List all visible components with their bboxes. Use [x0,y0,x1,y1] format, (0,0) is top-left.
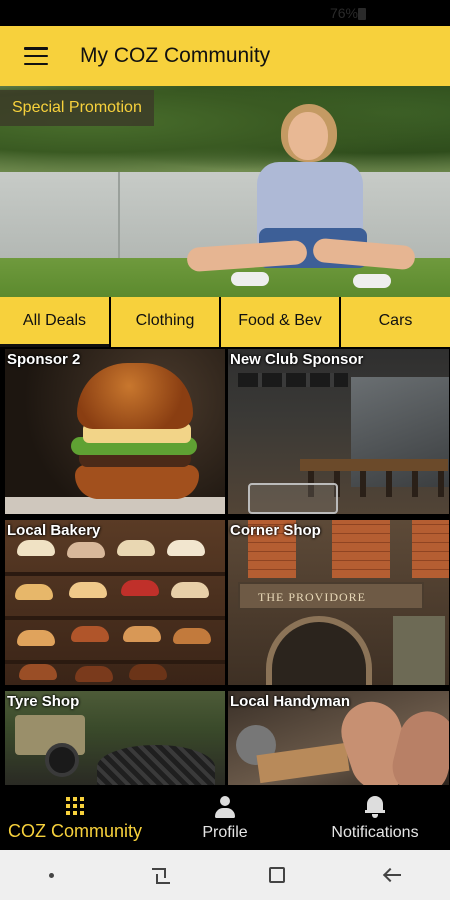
nav-notifications[interactable]: Notifications [300,785,450,850]
wall-seam [118,172,120,258]
deal-card-local-bakery[interactable]: Local Bakery [5,520,225,685]
cake [19,664,57,680]
cake [17,540,55,556]
cake [117,540,155,556]
shelf [5,616,225,620]
burger-image [75,465,199,499]
nav-label: Notifications [331,824,419,841]
recents-icon[interactable] [152,868,171,884]
cafe-chair [248,483,338,514]
burger-bun [77,363,193,429]
app-bar: My COZ Community [0,26,450,86]
shop-sign-text: THE PROVIDORE [258,590,366,604]
nav-profile[interactable]: Profile [150,785,300,850]
tab-clothing[interactable]: Clothing [111,297,219,347]
tab-food-bev[interactable]: Food & Bev [221,297,339,347]
battery-level: 76% [329,5,358,21]
back-icon[interactable] [383,868,401,882]
home-icon[interactable] [268,867,285,883]
cake [171,582,209,598]
brick-wall [412,520,449,578]
category-tabs: All Deals Clothing Food & Bev Cars [0,297,450,347]
special-promotion-label: Special Promotion [12,99,142,116]
deal-card-sponsor-2[interactable]: Sponsor 2 [5,349,225,514]
deal-title: Corner Shop [230,522,321,539]
truck-wheel [45,743,79,777]
cake [167,540,205,556]
bottom-navigation: COZ Community Profile Notifications [0,785,450,850]
special-promotion-badge[interactable]: Special Promotion [0,90,154,126]
grid-icon [66,797,84,815]
dot-icon [49,872,55,878]
deal-title: Tyre Shop [7,693,80,710]
cake [67,542,105,558]
promotion-banner[interactable]: Special Promotion [0,86,450,297]
person-icon [214,796,236,818]
deal-title: Local Handyman [230,693,351,710]
nav-label: COZ Community [7,821,142,841]
cafe-lights [238,373,348,387]
deal-card-new-club-sponsor[interactable]: New Club Sponsor [228,349,449,514]
cafe-bar-counter [300,459,448,471]
cake [69,582,107,598]
bell-icon [364,794,386,818]
tab-all-deals[interactable]: All Deals [0,297,109,347]
deals-grid: Sponsor 2 New Club Sponsor Local Bakery [0,349,450,785]
deal-title: New Club Sponsor [230,351,364,368]
battery-icon [358,8,366,20]
nav-coz-community[interactable]: COZ Community [0,785,150,850]
shop-doorway-arch [266,616,372,685]
nav-label: Profile [202,824,248,841]
tab-cars[interactable]: Cars [341,297,450,347]
cake [15,584,53,600]
burger-board [5,497,225,514]
brick-wall [332,520,390,578]
cake [71,626,109,642]
deal-card-tyre-shop[interactable]: Tyre Shop [5,691,225,785]
cake [123,626,161,642]
deal-card-corner-shop[interactable]: THE PROVIDORE Corner Shop [228,520,449,685]
status-bar: 76% [0,0,450,26]
tyre-image [97,745,215,785]
cake [173,628,211,644]
cake [121,580,159,596]
cake [129,664,167,680]
shelf [5,572,225,576]
cake [17,630,55,646]
deal-title: Sponsor 2 [7,351,81,368]
app-title: My COZ Community [80,44,271,67]
deal-title: Local Bakery [7,522,101,539]
cake [75,666,113,682]
hamburger-menu-icon[interactable] [24,47,48,65]
system-navigation-bar [0,850,450,900]
deal-card-local-handyman[interactable]: Local Handyman [228,691,449,785]
shop-panel [393,616,445,685]
woman-sitting-photo [185,98,420,297]
